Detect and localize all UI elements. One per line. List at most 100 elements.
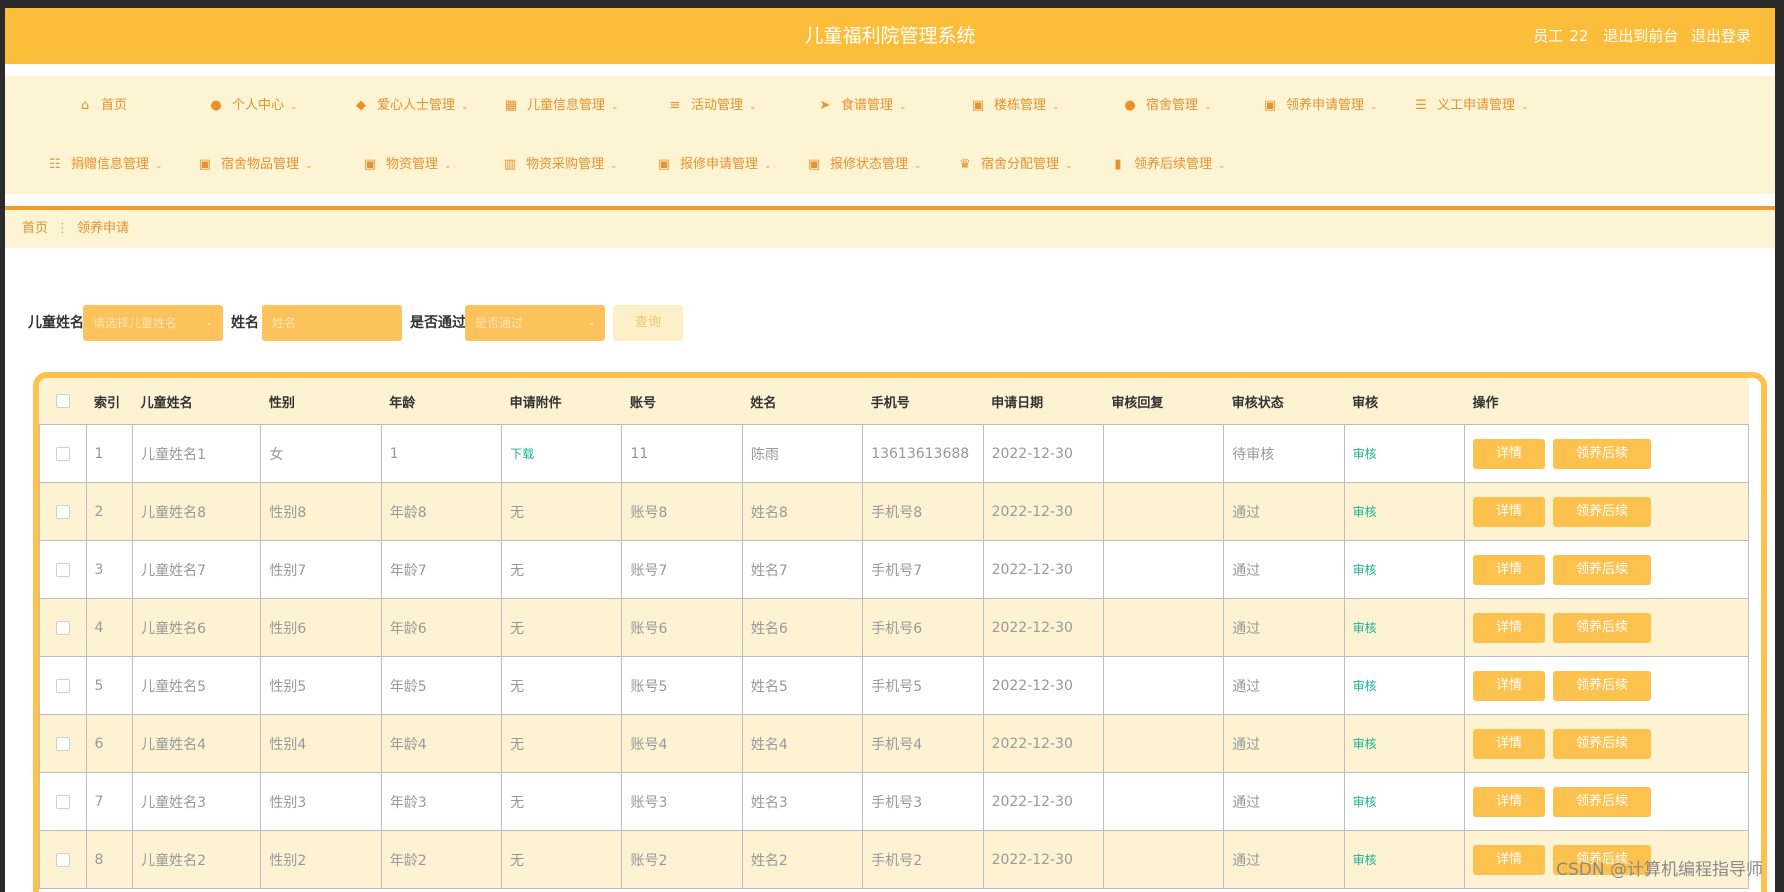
select-all-checkbox[interactable] <box>55 394 70 408</box>
nav-item-row1-3[interactable]: ▦ 儿童信息管理 ⌄ <box>503 76 619 135</box>
row-checkbox-cell[interactable] <box>39 482 87 541</box>
table-row[interactable]: 3 儿童姓名7 性别7 年龄7 无账号7 姓名7 手机号7 2022-12-30 通过 审核 详情领… <box>39 540 1749 599</box>
table-row[interactable]: 8 儿童姓名2 性别2 年龄2 无账号2 姓名2 手机号2 2022-12-30 通过 审核 详情领… <box>39 830 1749 889</box>
cell-index: 5 <box>85 656 134 715</box>
book-icon: ▥ <box>503 157 517 172</box>
cell-gender: 性别6 <box>260 598 382 657</box>
adoption-followup-button[interactable]: 领养后续 <box>1553 496 1651 527</box>
chevron-down-icon: ⌄ <box>1521 102 1529 112</box>
select-all-checkbox-cell[interactable] <box>39 378 87 425</box>
row-checkbox[interactable] <box>55 736 70 751</box>
row-checkbox-cell[interactable] <box>39 656 87 715</box>
pass-select[interactable]: 是否通过 ⌄ <box>465 305 605 341</box>
cell-child: 儿童姓名7 <box>132 540 262 599</box>
row-checkbox-cell[interactable] <box>39 830 87 889</box>
nav-item-row2-2[interactable]: ▣ 物资管理 ⌄ <box>362 135 452 194</box>
adoption-followup-button[interactable]: 领养后续 <box>1553 670 1651 701</box>
row-checkbox[interactable] <box>55 620 70 635</box>
nav-item-label: 领养申请管理 <box>1286 98 1365 113</box>
nav-item-row2-3[interactable]: ▥ 物资采购管理 ⌄ <box>502 135 618 194</box>
review-link[interactable]: 审核 <box>1353 621 1377 635</box>
cell-child: 儿童姓名5 <box>132 656 262 715</box>
cell-phone: 手机号7 <box>862 540 984 599</box>
nav-item-row2-5[interactable]: ▣ 报修状态管理 ⌄ <box>806 135 922 194</box>
nav-item-row2-6[interactable]: ♛ 宿舍分配管理 ⌄ <box>957 135 1072 194</box>
nav-item-row1-7[interactable]: ● 宿舍管理 ⌄ <box>1122 76 1211 135</box>
review-link[interactable]: 审核 <box>1353 737 1377 751</box>
table-row[interactable]: 1 儿童姓名1 女 1 下载 11 陈雨 13613613688 2022-12-30 待审核 审核… <box>39 424 1749 483</box>
row-checkbox[interactable] <box>55 504 70 519</box>
row-checkbox[interactable] <box>55 852 70 867</box>
row-checkbox[interactable] <box>55 562 70 577</box>
cell-date: 2022-12-30 <box>982 656 1104 715</box>
apps-icon: ▣ <box>807 157 821 172</box>
nav-item-row1-2[interactable]: ◆ 爱心人士管理 ⌄ <box>353 76 469 135</box>
detail-button[interactable]: 详情 <box>1473 554 1545 585</box>
row-checkbox-cell[interactable] <box>39 598 87 657</box>
cell-status: 通过 <box>1223 656 1345 715</box>
row-checkbox-cell[interactable] <box>39 714 87 773</box>
detail-button[interactable]: 详情 <box>1473 844 1545 875</box>
nav-item-row2-0[interactable]: ☷ 捐赠信息管理 ⌄ <box>47 135 162 194</box>
review-link[interactable]: 审核 <box>1353 795 1377 809</box>
cell-actions: 详情 领养后续 <box>1464 772 1749 831</box>
review-link[interactable]: 审核 <box>1353 563 1377 577</box>
detail-button[interactable]: 详情 <box>1473 670 1545 701</box>
row-checkbox[interactable] <box>55 678 70 693</box>
table-row[interactable]: 5 儿童姓名5 性别5 年龄5 无账号5 姓名5 手机号5 2022-12-30 通过 审核 详情领… <box>39 656 1749 715</box>
row-checkbox-cell[interactable] <box>39 772 87 831</box>
cell-age: 年龄7 <box>380 540 503 599</box>
row-checkbox-cell[interactable] <box>39 424 87 483</box>
nav-item-row1-1[interactable]: ● 个人中心 ⌄ <box>208 76 297 135</box>
nav-item-row2-1[interactable]: ▣ 宿舍物品管理 ⌄ <box>197 135 313 194</box>
nav-item-label: 爱心人士管理 <box>377 98 456 113</box>
detail-button[interactable]: 详情 <box>1473 728 1545 759</box>
table-row[interactable]: 4 儿童姓名6 性别6 年龄6 无账号6 姓名6 手机号6 2022-12-30 通过 审核 详情领… <box>39 598 1749 657</box>
cell-attachment: 无 <box>501 540 623 599</box>
back-to-frontend-link[interactable]: 退出到前台 <box>1603 27 1678 45</box>
table-row[interactable]: 7 儿童姓名3 性别3 年龄3 无账号3 姓名3 手机号3 2022-12-30 通过 审核 详情领… <box>39 772 1749 831</box>
review-link[interactable]: 审核 <box>1353 679 1377 693</box>
row-checkbox[interactable] <box>55 794 70 809</box>
nav-item-row1-6[interactable]: ▣ 楼栋管理 ⌄ <box>970 76 1060 135</box>
detail-button[interactable]: 详情 <box>1473 496 1545 527</box>
adoption-followup-button[interactable]: 领养后续 <box>1553 786 1651 817</box>
chevron-down-icon: ⌄ <box>749 102 757 112</box>
table-row[interactable]: 6 儿童姓名4 性别4 年龄4 无账号4 姓名4 手机号4 2022-12-30 通过 审核 详情领… <box>39 714 1749 773</box>
detail-button[interactable]: 详情 <box>1473 438 1545 469</box>
adoption-followup-button[interactable]: 领养后续 <box>1553 728 1651 759</box>
cell-phone: 13613613688 <box>862 424 984 483</box>
detail-button[interactable]: 详情 <box>1473 786 1545 817</box>
nav-item-label: 领养后续管理 <box>1134 157 1213 172</box>
query-button[interactable]: 查询 <box>613 305 683 341</box>
adoption-followup-button[interactable]: 领养后续 <box>1553 438 1651 469</box>
adoption-followup-button[interactable]: 领养后续 <box>1553 554 1651 585</box>
send-icon: ➤ <box>819 98 831 113</box>
detail-button[interactable]: 详情 <box>1473 612 1545 643</box>
child-name-select[interactable]: 请选择儿童姓名 ⌄ <box>83 305 223 341</box>
sliders-icon: ☷ <box>49 157 61 172</box>
nav-item-row2-4[interactable]: ▣ 报修申请管理 ⌄ <box>656 135 772 194</box>
review-link[interactable]: 审核 <box>1353 853 1377 867</box>
row-checkbox[interactable] <box>55 446 70 461</box>
breadcrumb-home[interactable]: 首页 <box>22 221 48 236</box>
adoption-followup-button[interactable]: 领养后续 <box>1553 612 1651 643</box>
logout-link[interactable]: 退出登录 <box>1691 27 1751 45</box>
nav-item-row1-9[interactable]: ☰ 义工申请管理 ⌄ <box>1413 76 1529 135</box>
review-link[interactable]: 审核 <box>1353 447 1377 461</box>
row-checkbox-cell[interactable] <box>39 540 87 599</box>
pin-icon: ◆ <box>356 98 366 113</box>
nav-item-row2-7[interactable]: ▮ 领养后续管理 ⌄ <box>1110 135 1225 194</box>
review-link[interactable]: 审核 <box>1353 505 1377 519</box>
table-row[interactable]: 2 儿童姓名8 性别8 年龄8 无账号8 姓名8 手机号8 2022-12-30 通过 审核 详情领… <box>39 482 1749 541</box>
nav-item-row1-0[interactable]: ⌂ 首页 <box>77 76 127 135</box>
name-input[interactable]: 姓名 <box>262 305 402 341</box>
cell-age: 年龄5 <box>380 656 503 715</box>
nav-item-row1-4[interactable]: ≡ 活动管理 ⌄ <box>667 76 757 135</box>
cell-review: 审核 <box>1343 714 1466 773</box>
cell-attachment: 无 <box>501 830 623 889</box>
nav-item-row1-8[interactable]: ▣ 领养申请管理 ⌄ <box>1262 76 1378 135</box>
nav-item-row1-5[interactable]: ➤ 食谱管理 ⌄ <box>817 76 907 135</box>
main-nav: ⌂ 首页 ● 个人中心 ⌄ ◆ 爱心人士管理 ⌄ ▦ 儿童信息管理 ⌄ ≡ 活动管理 ⌄ ➤ 食谱管理 ⌄ ▣ 楼栋… <box>5 76 1775 194</box>
download-link[interactable]: 下载 <box>510 447 534 461</box>
